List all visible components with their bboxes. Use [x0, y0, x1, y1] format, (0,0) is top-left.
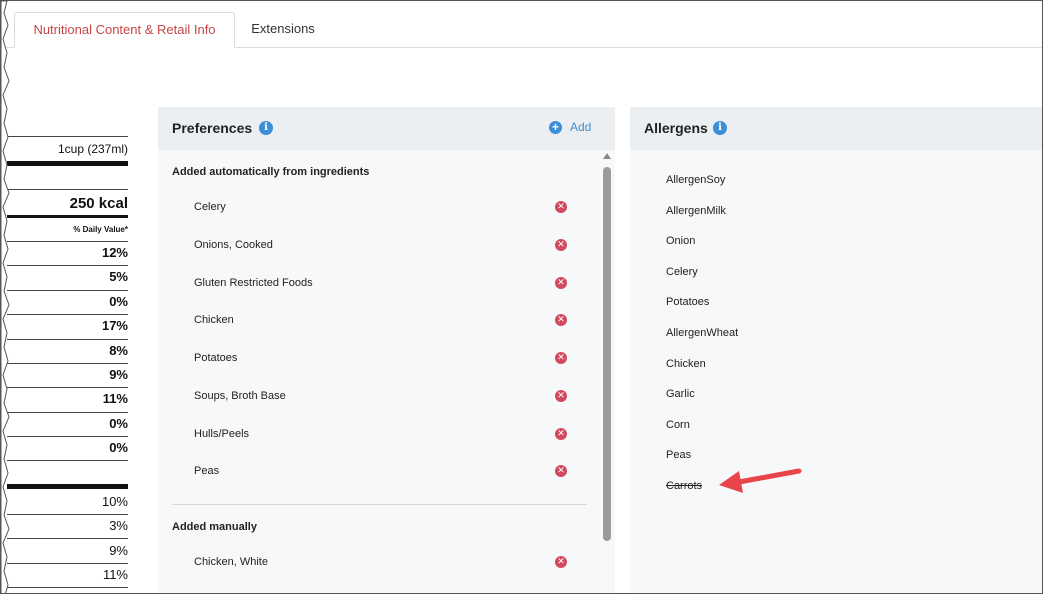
nutrition-thick-rule: [7, 161, 128, 166]
allergen-item: Peas: [666, 449, 692, 461]
dv-percent: 3%: [109, 518, 128, 533]
remove-circle-icon[interactable]: ✕: [555, 201, 567, 213]
list-item: Potatoes ✕: [158, 348, 598, 372]
allergen-item: AllergenWheat: [666, 327, 739, 339]
list-item: Chicken ✕: [158, 310, 598, 334]
serving-size: 1cup (237ml): [57, 142, 128, 156]
allergen-item: Celery: [666, 266, 698, 278]
allergen-item: Onion: [666, 235, 696, 247]
preference-label: Chicken: [194, 314, 234, 326]
preference-label: Soups, Broth Base: [194, 390, 286, 402]
torn-edge-decoration: [1, 1, 10, 593]
nutrition-rule: [7, 314, 128, 315]
daily-value-header: % Daily Value*: [73, 225, 128, 234]
nutrition-rule: [7, 460, 128, 461]
calories-value: 250 kcal: [69, 195, 128, 212]
list-item: Onions, Cooked ✕: [158, 235, 598, 259]
allergens-title: Allergens: [644, 120, 708, 136]
allergen-item: Potatoes: [666, 296, 710, 308]
preference-label: Chicken, White: [194, 556, 268, 568]
scroll-up-arrow-icon[interactable]: [603, 153, 611, 159]
remove-circle-icon[interactable]: ✕: [555, 239, 567, 251]
dv-percent: 0%: [109, 294, 128, 309]
allergen-item: Chicken: [666, 358, 706, 370]
auto-section-title: Added automatically from ingredients: [172, 166, 370, 178]
section-divider: [172, 504, 587, 505]
remove-circle-icon[interactable]: ✕: [555, 428, 567, 440]
nutrition-rule: [7, 563, 128, 564]
nutrition-thick-rule: [7, 484, 128, 489]
scroll-thumb[interactable]: [603, 167, 611, 541]
remove-circle-icon[interactable]: ✕: [555, 352, 567, 364]
add-label: Add: [570, 120, 592, 134]
nutrition-label-fragment: 1cup (237ml) 250 kcal % Daily Value* 12%…: [1, 106, 132, 593]
preferences-header: Preferences i + Add: [158, 107, 615, 150]
nutrition-rule: [7, 587, 128, 588]
screenshot-frame: Nutritional Content & Retail Info Extens…: [0, 0, 1043, 594]
info-icon[interactable]: i: [259, 121, 273, 135]
list-item: Soups, Broth Base ✕: [158, 386, 598, 410]
info-icon[interactable]: i: [713, 121, 727, 135]
nutrition-rule: [7, 436, 128, 437]
tab-nutritional-content[interactable]: Nutritional Content & Retail Info: [14, 12, 235, 48]
remove-circle-icon[interactable]: ✕: [555, 314, 567, 326]
remove-circle-icon[interactable]: ✕: [555, 556, 567, 568]
dv-percent: 9%: [109, 367, 128, 382]
nutrition-rule: [7, 412, 128, 413]
preferences-title: Preferences: [172, 120, 253, 136]
nutrition-rule: [7, 241, 128, 242]
remove-circle-icon[interactable]: ✕: [555, 390, 567, 402]
preference-label: Potatoes: [194, 352, 238, 364]
arrow-head: [719, 471, 743, 493]
red-arrow-annotation: [719, 468, 802, 493]
arrow-shaft: [736, 468, 802, 485]
allergen-item: Corn: [666, 419, 690, 431]
dv-percent: 8%: [109, 343, 128, 358]
scrollbar[interactable]: [601, 153, 613, 593]
plus-circle-icon: +: [549, 121, 562, 134]
allergen-item: AllergenMilk: [666, 205, 726, 217]
allergen-item: AllergenSoy: [666, 174, 726, 186]
preference-label: Gluten Restricted Foods: [194, 277, 313, 289]
dv-percent: 10%: [101, 494, 128, 509]
preference-label: Celery: [194, 201, 226, 213]
add-preference-button[interactable]: + Add: [549, 120, 593, 136]
remove-circle-icon[interactable]: ✕: [555, 465, 567, 477]
nutrition-thick-rule: [7, 215, 128, 218]
nutrition-rule: [7, 189, 128, 190]
dv-percent: 0%: [109, 416, 128, 431]
preference-label: Peas: [194, 465, 220, 477]
dv-percent: 9%: [109, 543, 128, 558]
list-item: Hulls/Peels ✕: [158, 424, 598, 448]
preference-label: Hulls/Peels: [194, 428, 250, 440]
tab-extensions[interactable]: Extensions: [235, 12, 331, 47]
allergen-item-struck: Carrots: [666, 480, 703, 492]
list-item: Chicken, White ✕: [158, 552, 598, 576]
nutrition-rule: [7, 136, 128, 137]
preferences-panel: Preferences i + Add Added automatically …: [158, 107, 615, 593]
allergen-item: Garlic: [666, 388, 695, 400]
list-item: Peas ✕: [158, 461, 598, 485]
dv-percent: 5%: [109, 269, 128, 284]
nutrition-rule: [7, 265, 128, 266]
dv-percent: 12%: [101, 245, 128, 260]
dv-percent: 0%: [109, 440, 128, 455]
nutrition-rule: [7, 290, 128, 291]
preference-label: Onions, Cooked: [194, 239, 273, 251]
nutrition-rule: [7, 514, 128, 515]
list-item: Gluten Restricted Foods ✕: [158, 273, 598, 297]
dv-percent: 11%: [102, 391, 128, 406]
remove-circle-icon[interactable]: ✕: [555, 277, 567, 289]
nutrition-rule: [7, 387, 128, 388]
list-item: Celery ✕: [158, 197, 598, 221]
allergens-panel: Allergens i AllergenSoy AllergenMilk Oni…: [630, 107, 1042, 593]
nutrition-rule: [7, 363, 128, 364]
dv-percent: 11%: [102, 567, 128, 582]
dv-percent: 17%: [101, 318, 128, 333]
nutrition-rule: [7, 538, 128, 539]
nutrition-rule: [7, 339, 128, 340]
manual-section-title: Added manually: [172, 521, 257, 533]
tab-bar: Nutritional Content & Retail Info Extens…: [1, 1, 1042, 48]
allergens-header: Allergens i: [630, 107, 1042, 150]
